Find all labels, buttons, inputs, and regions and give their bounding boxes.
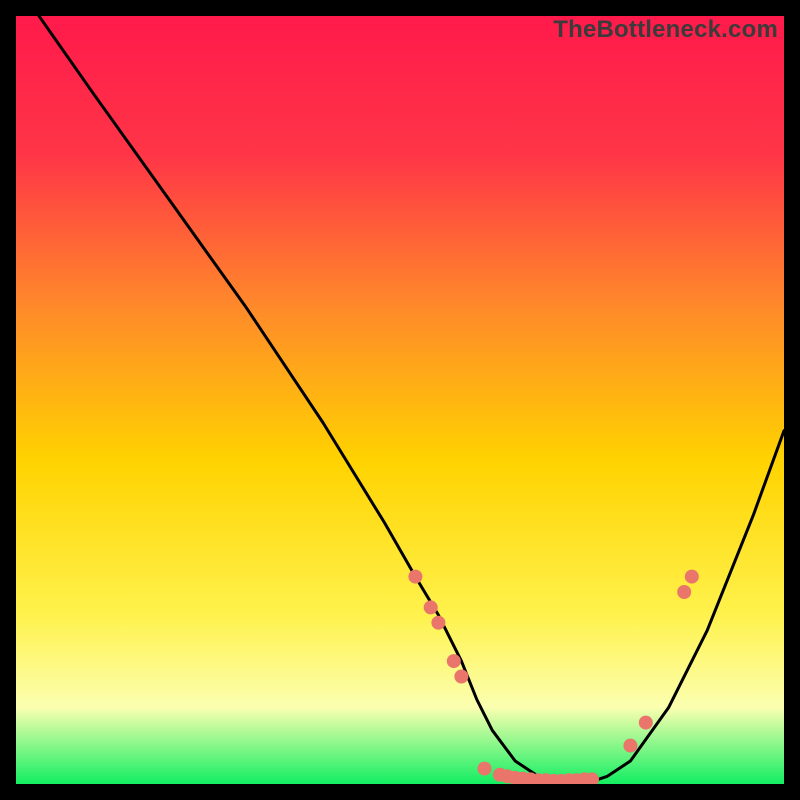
data-point	[424, 600, 438, 614]
gradient-background	[16, 16, 784, 784]
data-point	[685, 570, 699, 584]
data-point	[677, 585, 691, 599]
data-point	[408, 570, 422, 584]
bottleneck-chart	[16, 16, 784, 784]
data-point	[447, 654, 461, 668]
data-point	[431, 616, 445, 630]
data-point	[478, 762, 492, 776]
data-point	[639, 716, 653, 730]
watermark-label: TheBottleneck.com	[553, 16, 778, 44]
data-point	[454, 670, 468, 684]
chart-frame: TheBottleneck.com	[16, 16, 784, 784]
data-point	[623, 739, 637, 753]
